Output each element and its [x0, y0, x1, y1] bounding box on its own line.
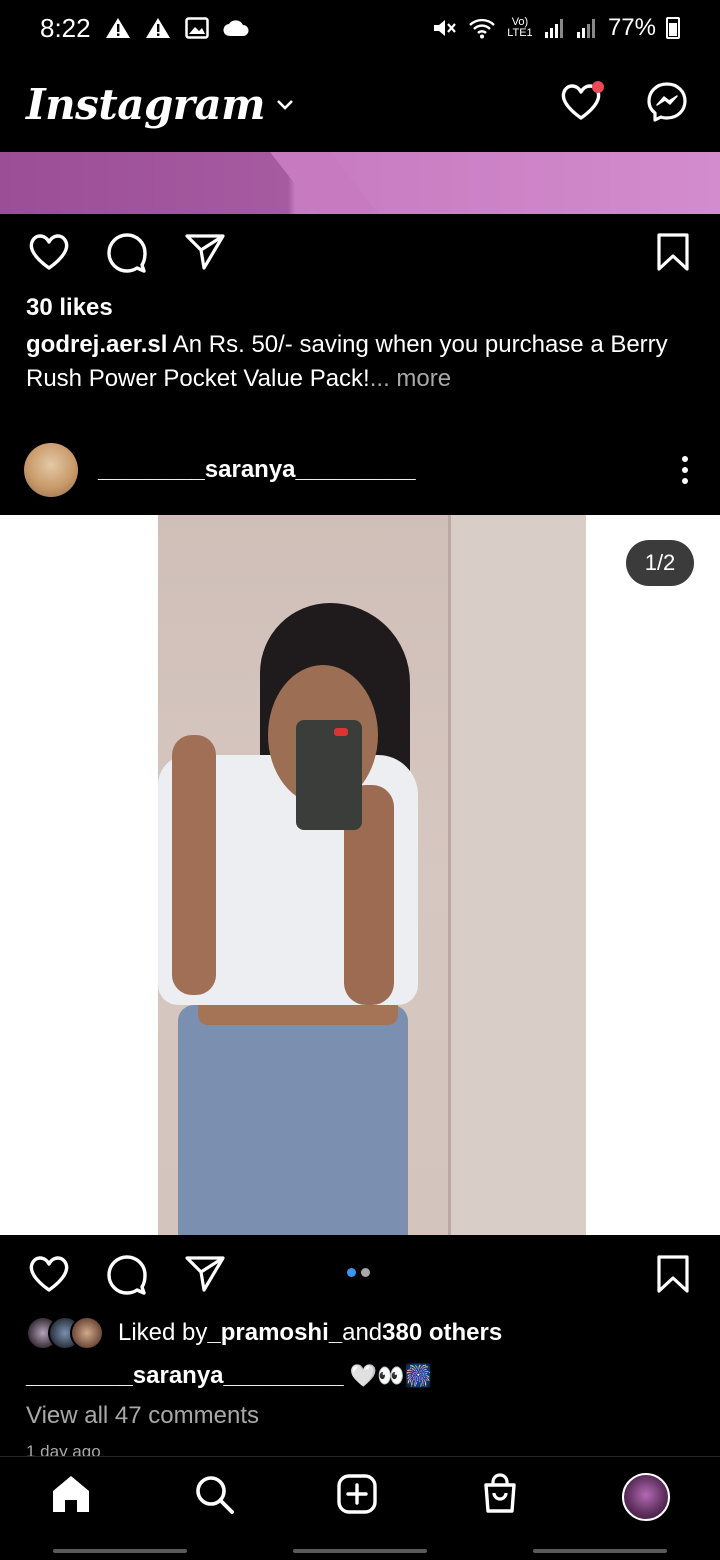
- like-heart-icon[interactable]: [28, 233, 70, 276]
- liked-by-connector: and: [342, 1319, 383, 1346]
- avatar[interactable]: [24, 443, 78, 497]
- wifi-icon: [468, 17, 496, 39]
- cloud-icon: [223, 19, 249, 37]
- post-media[interactable]: 1/2: [0, 515, 720, 1235]
- view-comments-link[interactable]: View all 47 comments: [26, 1402, 259, 1430]
- more-link[interactable]: ... more: [370, 365, 451, 392]
- more-options-icon[interactable]: [682, 456, 688, 484]
- gesture-bar: [0, 1542, 720, 1560]
- media-counter-badge: 1/2: [626, 540, 694, 586]
- caption-author[interactable]: godrej.aer.sl: [26, 331, 167, 358]
- carousel-dot: [347, 1268, 356, 1277]
- post-caption: godrej.aer.sl An Rs. 50/- saving when yo…: [26, 328, 686, 396]
- post-timestamp: 1 day ago: [26, 1442, 101, 1456]
- status-bar: 8:22 Vo) LTE1 77%: [0, 0, 720, 56]
- caption-author[interactable]: ________saranya_________: [26, 1362, 344, 1390]
- comment-icon[interactable]: [106, 1253, 148, 1300]
- liked-by[interactable]: Liked by _pramoshi_ and 380 others: [26, 1316, 502, 1350]
- bookmark-icon[interactable]: [656, 1254, 690, 1299]
- shop-icon[interactable]: [479, 1473, 521, 1520]
- post-username[interactable]: ________saranya_________: [98, 456, 416, 484]
- previous-post-media[interactable]: [0, 152, 720, 214]
- carousel-dot: [361, 1268, 370, 1277]
- post-caption: ________saranya_________ 🤍👀🎆: [26, 1362, 432, 1390]
- top-app-bar: Instagram: [0, 56, 720, 152]
- gallery-icon: [184, 17, 209, 39]
- signal-icon: [544, 17, 566, 39]
- chevron-down-icon[interactable]: [275, 98, 295, 117]
- share-icon[interactable]: [184, 1255, 226, 1298]
- mute-icon: [432, 17, 458, 39]
- instagram-logo[interactable]: Instagram: [26, 80, 266, 129]
- status-time: 8:22: [40, 12, 91, 43]
- warning-icon: [145, 17, 171, 39]
- comment-icon[interactable]: [106, 231, 148, 278]
- liked-by-user[interactable]: _pramoshi_: [207, 1319, 342, 1347]
- liked-by-prefix: Liked by: [118, 1319, 208, 1346]
- search-icon[interactable]: [193, 1473, 235, 1520]
- post-photo: [158, 515, 586, 1235]
- profile-avatar[interactable]: [621, 1472, 670, 1521]
- previous-post-actions: [0, 224, 720, 284]
- likes-count[interactable]: 30 likes: [26, 294, 113, 322]
- carousel-indicator: [347, 1268, 370, 1277]
- signal-icon: [576, 17, 598, 39]
- liked-by-others[interactable]: 380 others: [382, 1319, 502, 1347]
- warning-icon: [105, 17, 131, 39]
- share-icon[interactable]: [184, 233, 226, 276]
- messenger-icon[interactable]: [646, 81, 688, 128]
- home-icon[interactable]: [50, 1473, 92, 1520]
- notification-dot: [592, 80, 604, 93]
- bookmark-icon[interactable]: [656, 232, 690, 277]
- liker-avatars: [26, 1316, 104, 1350]
- activity-button[interactable]: [560, 80, 604, 126]
- caption-emojis: 🤍👀🎆: [349, 1363, 432, 1388]
- battery-percent: 77%: [607, 14, 656, 41]
- avatar: [70, 1316, 104, 1350]
- network-type: Vo) LTE1: [507, 16, 533, 39]
- like-heart-icon[interactable]: [28, 1255, 70, 1298]
- battery-icon: [666, 17, 680, 39]
- bottom-nav: [0, 1456, 720, 1536]
- post-header: ________saranya_________: [0, 440, 720, 500]
- new-post-icon[interactable]: [336, 1473, 378, 1520]
